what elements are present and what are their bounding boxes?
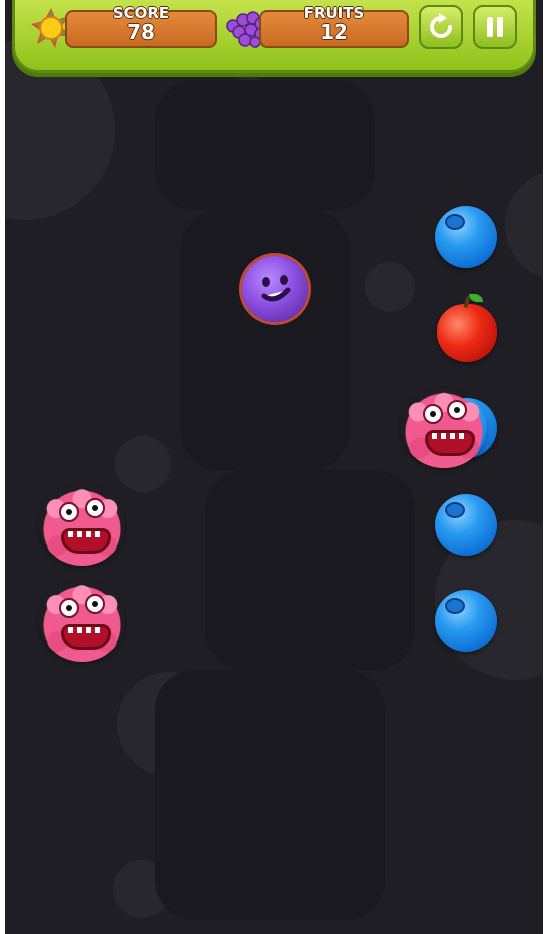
bg-path <box>180 210 350 470</box>
restart-icon <box>430 13 452 38</box>
virus-face-icon <box>261 275 291 302</box>
blueberry <box>435 590 497 652</box>
blueberry <box>435 206 497 268</box>
pause-icon <box>487 17 503 37</box>
bg-circle <box>115 436 171 492</box>
pause-button[interactable] <box>473 5 517 49</box>
game-stage[interactable] <box>5 0 543 934</box>
monster-eye <box>85 498 105 518</box>
score-value: 78 <box>127 20 155 44</box>
apple <box>437 294 497 362</box>
top-hud: SCORE 78 FRUITS 12 <box>12 0 536 73</box>
blueberry <box>435 494 497 556</box>
monster-eye <box>85 594 105 614</box>
monster-mouth <box>61 624 111 650</box>
fruits-panel: FRUITS 12 <box>259 4 409 48</box>
fruits-value: 12 <box>320 20 348 44</box>
bg-circle <box>505 170 543 280</box>
bg-path <box>155 670 385 920</box>
monster-eye <box>447 400 467 420</box>
bg-path <box>155 80 375 210</box>
monster-mouth <box>61 528 111 554</box>
bg-circle <box>365 262 415 312</box>
player-virus[interactable] <box>242 256 308 322</box>
bg-path <box>205 470 415 670</box>
monster-eye <box>59 502 79 522</box>
raspberry-monster <box>39 580 125 662</box>
restart-button[interactable] <box>419 5 463 49</box>
monster-eye <box>423 404 443 424</box>
monster-mouth <box>425 430 475 456</box>
score-panel: SCORE 78 <box>65 4 217 48</box>
raspberry-monster <box>401 388 487 468</box>
raspberry-monster <box>39 484 125 566</box>
monster-eye <box>59 598 79 618</box>
